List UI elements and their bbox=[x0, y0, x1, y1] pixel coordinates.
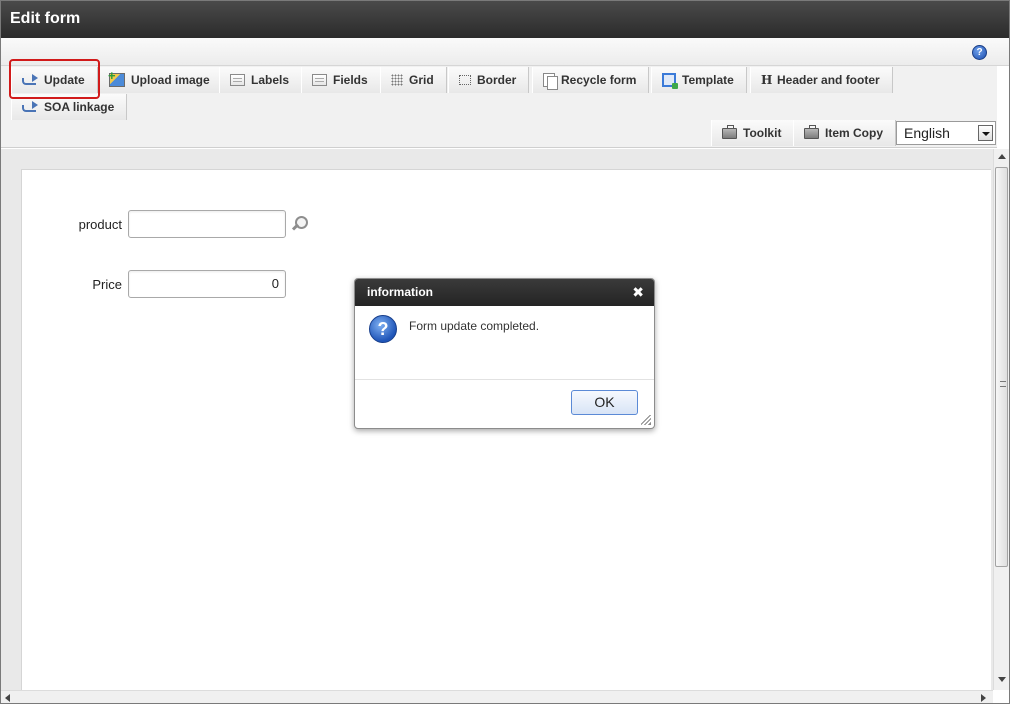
scroll-right-icon[interactable] bbox=[981, 694, 986, 702]
language-select[interactable]: English bbox=[896, 121, 996, 145]
tab-border[interactable]: Border bbox=[448, 67, 530, 93]
scroll-up-icon[interactable] bbox=[998, 154, 1006, 159]
tab-label: Labels bbox=[251, 73, 290, 87]
window-title: Edit form bbox=[1, 1, 1009, 38]
tab-label: Border bbox=[477, 73, 517, 87]
item-copy-icon bbox=[804, 124, 819, 139]
horizontal-scrollbar[interactable] bbox=[1, 690, 993, 703]
help-icon[interactable]: ? bbox=[972, 45, 987, 60]
tab-label: Template bbox=[682, 73, 734, 87]
tab-update[interactable]: Update bbox=[11, 67, 98, 93]
item-copy-button[interactable]: Item Copy bbox=[793, 120, 897, 146]
information-dialog: information ✖ ? Form update completed. O… bbox=[354, 278, 655, 429]
price-label: Price bbox=[92, 277, 122, 292]
tab-labels[interactable]: Labels bbox=[219, 67, 303, 93]
tab-label: Header and footer bbox=[777, 73, 880, 87]
tab-label: Upload image bbox=[131, 73, 210, 87]
tab-label: Fields bbox=[333, 73, 368, 87]
fields-icon bbox=[312, 74, 327, 86]
tab-label: Update bbox=[44, 73, 85, 87]
update-arrow-icon bbox=[22, 74, 38, 86]
grip-icon bbox=[1000, 381, 1006, 387]
tab-fields[interactable]: Fields bbox=[301, 67, 381, 93]
toolbar: Update Upload image Labels Fields Grid B… bbox=[1, 66, 997, 148]
toolkit-button[interactable]: Toolkit bbox=[711, 120, 795, 146]
edit-form-window: Edit form ? Update Upload image Labels F… bbox=[0, 0, 1010, 704]
toolkit-icon bbox=[722, 124, 737, 139]
language-selected: English bbox=[904, 125, 950, 141]
product-label: product bbox=[78, 217, 122, 232]
dialog-body: ? Form update completed. bbox=[355, 306, 654, 380]
grid-icon bbox=[391, 74, 403, 86]
tab-label: Grid bbox=[409, 73, 434, 87]
price-input[interactable]: 0 bbox=[128, 270, 286, 298]
tab-recycle-form[interactable]: Recycle form bbox=[532, 67, 650, 93]
header-footer-icon: H bbox=[761, 73, 773, 87]
close-icon[interactable]: ✖ bbox=[632, 279, 644, 306]
tab-label: SOA linkage bbox=[44, 100, 115, 114]
recycle-form-icon bbox=[543, 73, 558, 90]
tab-label: Recycle form bbox=[561, 73, 637, 87]
tab-upload-image[interactable]: Upload image bbox=[98, 67, 223, 93]
form-canvas: product Price 0 bbox=[21, 169, 991, 690]
dialog-message: Form update completed. bbox=[409, 319, 540, 333]
dialog-header: information ✖ bbox=[355, 279, 654, 306]
ok-button[interactable]: OK bbox=[571, 390, 638, 415]
resize-grip-icon[interactable] bbox=[641, 415, 651, 425]
labels-icon bbox=[230, 74, 245, 86]
tab-template[interactable]: Template bbox=[651, 67, 747, 93]
soa-linkage-icon bbox=[22, 101, 38, 113]
tab-soa-linkage[interactable]: SOA linkage bbox=[11, 94, 128, 120]
tab-header-and-footer[interactable]: H Header and footer bbox=[750, 67, 893, 93]
toolkit-label: Toolkit bbox=[743, 126, 782, 140]
search-icon[interactable] bbox=[291, 216, 308, 233]
dialog-title: information bbox=[367, 285, 433, 299]
tab-grid[interactable]: Grid bbox=[380, 67, 447, 93]
question-icon: ? bbox=[369, 315, 397, 343]
scroll-down-icon[interactable] bbox=[998, 677, 1006, 682]
chevron-down-icon[interactable] bbox=[978, 125, 993, 141]
template-icon bbox=[662, 73, 678, 89]
scroll-left-icon[interactable] bbox=[5, 694, 10, 702]
upload-image-icon bbox=[108, 68, 125, 87]
product-input[interactable] bbox=[128, 210, 286, 238]
border-icon bbox=[459, 75, 471, 85]
scroll-thumb[interactable] bbox=[995, 167, 1008, 567]
help-bar: ? bbox=[1, 38, 1009, 66]
vertical-scrollbar[interactable] bbox=[993, 149, 1009, 690]
item-copy-label: Item Copy bbox=[825, 126, 884, 140]
